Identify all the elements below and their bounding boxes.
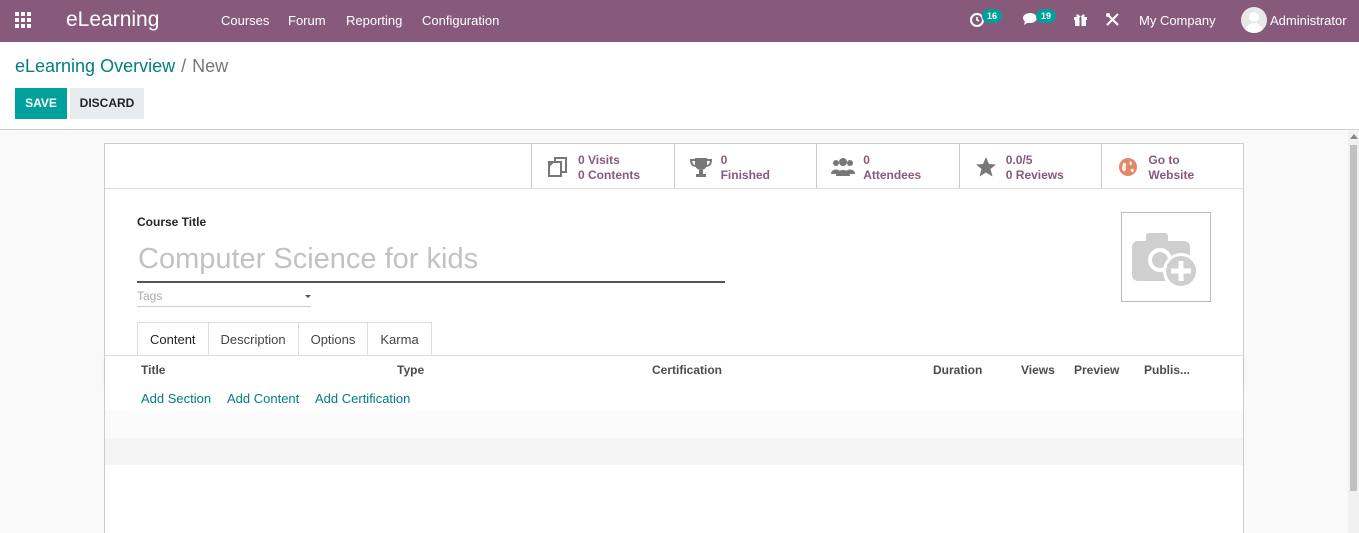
column-type[interactable]: Type bbox=[397, 363, 424, 377]
column-certification[interactable]: Certification bbox=[652, 363, 722, 377]
stat-line1: 0.0/5 bbox=[1005, 153, 1033, 167]
stat-visits-contents[interactable]: 0 Visits 0 Contents bbox=[531, 144, 674, 188]
stat-line1: 0 bbox=[720, 153, 728, 167]
stat-attendees[interactable]: 0 Attendees bbox=[816, 144, 959, 188]
globe-icon bbox=[1119, 158, 1138, 176]
add-certification-link[interactable]: Add Certification bbox=[315, 391, 410, 406]
camera-plus-icon bbox=[1132, 233, 1199, 289]
message-count-badge: 19 bbox=[1036, 9, 1057, 23]
stat-go-to-website[interactable]: Go to Website bbox=[1101, 144, 1244, 188]
trophy-icon bbox=[689, 158, 712, 177]
course-image-upload[interactable] bbox=[1121, 212, 1211, 302]
save-button[interactable]: SAVE bbox=[15, 88, 67, 119]
user-menu[interactable]: Administrator bbox=[1270, 13, 1347, 28]
menu-configuration[interactable]: Configuration bbox=[422, 13, 499, 28]
form-sheet: 0 Visits 0 Contents 0 Finished 0 Attende… bbox=[104, 143, 1244, 533]
menu-forum[interactable]: Forum bbox=[288, 13, 326, 28]
smart-button-box: 0 Visits 0 Contents 0 Finished 0 Attende… bbox=[531, 144, 1244, 188]
page-scrollbar[interactable] bbox=[1348, 131, 1359, 533]
table-row bbox=[105, 438, 1243, 465]
stat-line1: 0 Visits bbox=[578, 153, 620, 167]
tab-content[interactable]: Content bbox=[137, 322, 209, 356]
scrollbar-thumb[interactable] bbox=[1350, 145, 1357, 491]
table-add-row: Add Section Add Content Add Certificatio… bbox=[105, 384, 1243, 411]
course-title-label: Course Title bbox=[137, 215, 207, 229]
stat-line2: Finished bbox=[720, 168, 770, 182]
tab-description[interactable]: Description bbox=[208, 322, 299, 356]
scroll-up-arrow-icon[interactable] bbox=[1350, 134, 1358, 139]
app-brand: eLearning bbox=[66, 8, 160, 31]
top-navbar: eLearning Courses Forum Reporting Config… bbox=[0, 0, 1359, 42]
stat-line1: Go to bbox=[1148, 153, 1180, 167]
notebook-tabs: Content Description Options Karma bbox=[137, 322, 432, 356]
debug-tools-button[interactable] bbox=[1105, 12, 1120, 30]
gift-button[interactable] bbox=[1073, 12, 1088, 30]
star-icon bbox=[975, 157, 996, 177]
dropdown-caret-icon bbox=[305, 295, 311, 298]
breadcrumb-separator: / bbox=[181, 56, 187, 76]
menu-reporting[interactable]: Reporting bbox=[346, 13, 402, 28]
button-box-divider bbox=[105, 188, 1243, 189]
activity-count-badge: 16 bbox=[982, 9, 1003, 23]
apps-menu-icon[interactable] bbox=[15, 12, 33, 30]
tools-icon bbox=[1106, 13, 1119, 26]
add-content-link[interactable]: Add Content bbox=[227, 391, 299, 406]
user-avatar[interactable] bbox=[1241, 7, 1267, 33]
files-icon bbox=[548, 157, 567, 177]
company-switcher[interactable]: My Company bbox=[1139, 13, 1216, 28]
stat-line2: Website bbox=[1148, 168, 1195, 182]
content-table-header: Title Type Certification Duration Views … bbox=[105, 356, 1243, 384]
tags-placeholder: Tags bbox=[137, 289, 163, 303]
column-preview[interactable]: Preview bbox=[1074, 363, 1119, 377]
users-icon bbox=[831, 158, 856, 176]
stat-reviews[interactable]: 0.0/5 0 Reviews bbox=[958, 144, 1102, 188]
stat-line2: Attendees bbox=[863, 168, 922, 182]
tab-karma[interactable]: Karma bbox=[368, 322, 432, 356]
menu-courses[interactable]: Courses bbox=[221, 13, 269, 28]
add-section-link[interactable]: Add Section bbox=[141, 391, 211, 406]
course-title-input[interactable] bbox=[137, 235, 725, 283]
column-duration[interactable]: Duration bbox=[933, 363, 982, 377]
stat-line2: 0 Reviews bbox=[1005, 168, 1064, 182]
column-title[interactable]: Title bbox=[141, 363, 165, 377]
gift-icon bbox=[1074, 14, 1087, 26]
column-published[interactable]: Publis... bbox=[1144, 363, 1190, 377]
discard-button[interactable]: DISCARD bbox=[70, 88, 144, 119]
table-row bbox=[105, 465, 1243, 492]
tab-options[interactable]: Options bbox=[298, 322, 369, 356]
tags-field[interactable]: Tags bbox=[137, 289, 311, 307]
control-panel: eLearning Overview / New SAVE DISCARD bbox=[0, 42, 1359, 130]
table-row bbox=[105, 411, 1243, 438]
column-views[interactable]: Views bbox=[1021, 363, 1055, 377]
stat-line1: 0 bbox=[863, 153, 870, 167]
breadcrumb-current: New bbox=[192, 56, 229, 76]
stat-line2: 0 Contents bbox=[578, 168, 641, 182]
breadcrumb-parent[interactable]: eLearning Overview bbox=[15, 56, 175, 76]
breadcrumb: eLearning Overview / New bbox=[15, 56, 228, 77]
stat-finished[interactable]: 0 Finished bbox=[673, 144, 817, 188]
